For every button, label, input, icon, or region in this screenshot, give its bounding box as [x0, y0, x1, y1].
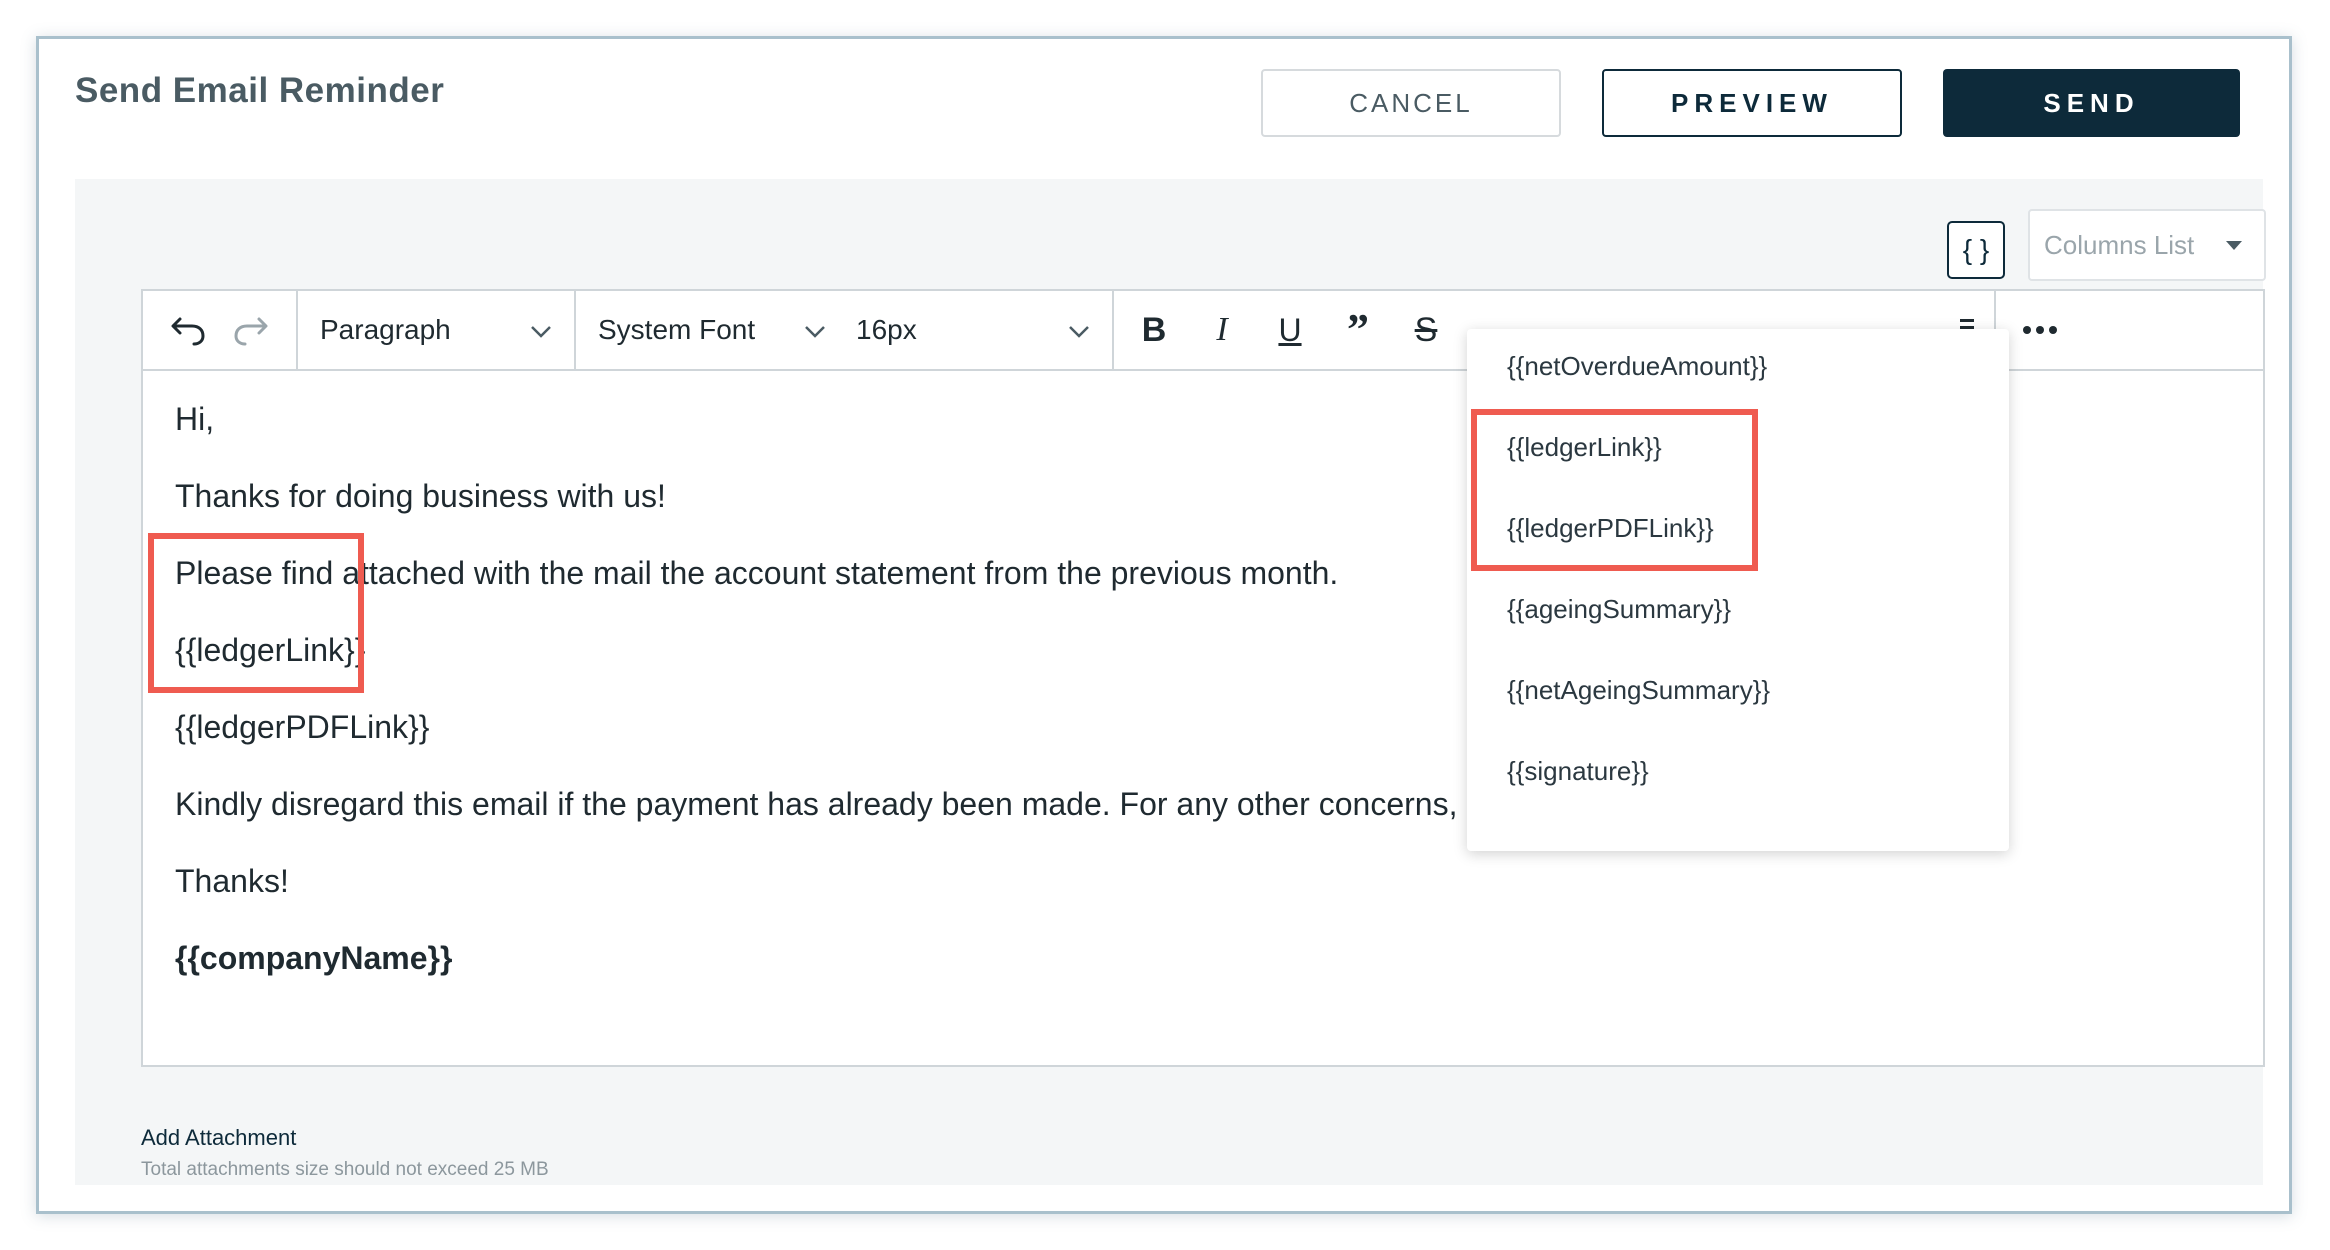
redo-icon[interactable]: [233, 313, 269, 347]
history-group: [143, 291, 298, 369]
variables-dropdown: {{netOverdueAmount}} {{ledgerLink}} {{le…: [1467, 329, 2009, 851]
font-group: System Font 16px: [576, 291, 1114, 369]
underline-icon[interactable]: U: [1272, 312, 1308, 349]
caret-down-icon: [2226, 241, 2242, 250]
font-size-dropdown[interactable]: 16px: [856, 314, 1090, 346]
italic-icon[interactable]: I: [1204, 311, 1240, 349]
bold-icon[interactable]: B: [1136, 311, 1172, 350]
attachment-size-note: Total attachments size should not exceed…: [141, 1159, 549, 1180]
curly-braces-icon: { }: [1962, 234, 1990, 265]
dialog-header: Send Email Reminder CANCEL PREVIEW SEND: [39, 39, 2289, 179]
preview-button[interactable]: PREVIEW: [1602, 69, 1902, 137]
undo-icon[interactable]: [170, 313, 206, 347]
variable-option-net-ageing-summary[interactable]: {{netAgeingSummary}}: [1507, 675, 1770, 706]
cancel-button[interactable]: CANCEL: [1261, 69, 1561, 137]
columns-list-placeholder: Columns List: [2044, 229, 2195, 260]
block-format-dropdown[interactable]: Paragraph: [298, 291, 576, 369]
highlight-editor-variables: [148, 533, 364, 693]
font-size-value: 16px: [856, 314, 917, 345]
highlight-dropdown-variables: [1471, 409, 1758, 571]
block-format-value: Paragraph: [320, 314, 451, 345]
more-icon[interactable]: [2022, 325, 2058, 335]
insert-variable-button[interactable]: { }: [1947, 221, 2005, 279]
body-line: Thanks!: [175, 863, 289, 899]
columns-list-select[interactable]: Columns List: [2028, 209, 2266, 281]
chevron-down-icon: [530, 314, 552, 346]
font-family-dropdown[interactable]: System Font: [598, 314, 826, 346]
strikethrough-icon[interactable]: S: [1408, 311, 1444, 350]
chevron-down-icon: [1068, 314, 1090, 346]
company-name-variable: {{companyName}}: [175, 940, 453, 976]
variable-option-net-overdue-amount[interactable]: {{netOverdueAmount}}: [1507, 351, 1767, 382]
dialog-title: Send Email Reminder: [75, 71, 445, 110]
blockquote-icon[interactable]: ”: [1340, 308, 1376, 352]
variable-option-signature[interactable]: {{signature}}: [1507, 756, 1649, 787]
add-attachment-link[interactable]: Add Attachment: [141, 1125, 296, 1151]
font-family-value: System Font: [598, 314, 756, 345]
variable-option-ageing-summary[interactable]: {{ageingSummary}}: [1507, 594, 1731, 625]
send-button[interactable]: SEND: [1943, 69, 2240, 137]
email-reminder-dialog: Send Email Reminder CANCEL PREVIEW SEND …: [36, 36, 2292, 1214]
chevron-down-icon: [804, 314, 826, 346]
